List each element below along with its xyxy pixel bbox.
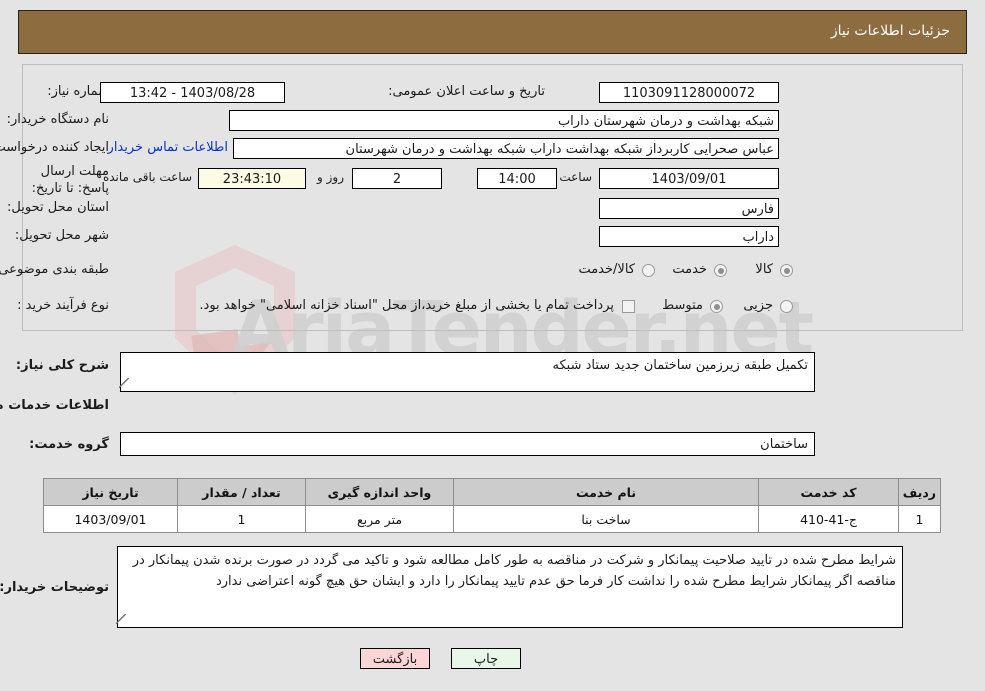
- announce-datetime-value: 1403/08/28 - 13:42: [100, 82, 285, 103]
- remaining-days-value: 2: [352, 168, 442, 189]
- service-group-value: ساختمان: [120, 432, 815, 456]
- deadline-hour-label: ساعت: [559, 170, 592, 184]
- treasury-bond-label: پرداخت تمام یا بخشی از مبلغ خرید،از محل …: [199, 298, 614, 313]
- creator-value: عباس صحرایی کاربرداز شبکه بهداشت داراب ش…: [233, 138, 779, 159]
- remaining-suffix-label: ساعت باقی مانده: [102, 170, 192, 184]
- services-section-title: اطلاعات خدمات مورد نیاز: [0, 398, 109, 413]
- deadline-date-value: 1403/09/01: [599, 168, 779, 189]
- buyer-contact-link[interactable]: اطلاعات تماس خریدار: [108, 140, 228, 155]
- category-label: طبقه بندی موضوعی:: [0, 262, 109, 277]
- announce-datetime-label: تاریخ و ساعت اعلان عمومی:: [388, 84, 545, 99]
- cell-name: ساخت بنا: [453, 505, 759, 533]
- radio-category-kala-label: کالا: [755, 262, 773, 277]
- treasury-bond-checkbox[interactable]: [622, 300, 635, 313]
- radio-category-khedmat-label: خدمت: [672, 262, 707, 277]
- buyer-org-value: شبکه بهداشت و درمان شهرستان داراب: [229, 110, 779, 131]
- radio-process-motavaset-label: متوسط: [662, 298, 703, 313]
- radio-category-khedmat[interactable]: [714, 264, 727, 277]
- general-need-textarea[interactable]: تکمیل طبقه زیرزمین ساختمان جدید ستاد شبک…: [120, 352, 815, 392]
- cell-unit: متر مربع: [305, 505, 454, 533]
- province-label: استان محل تحویل:: [7, 200, 109, 215]
- radio-category-kala-khedmat-label: کالا/خدمت: [578, 262, 635, 277]
- remaining-days-label: روز و: [317, 170, 344, 184]
- services-table: ردیف کد خدمت نام خدمت واحد اندازه گیری ت…: [43, 478, 941, 533]
- radio-process-jozi[interactable]: [780, 300, 793, 313]
- print-button[interactable]: چاپ: [451, 648, 521, 669]
- table-row: 1 ج-41-410 ساخت بنا متر مربع 1 1403/09/0…: [43, 505, 941, 533]
- cell-row: 1: [898, 505, 941, 533]
- radio-category-kala-khedmat[interactable]: [642, 264, 655, 277]
- buyer-notes-resize-grip[interactable]: [116, 614, 126, 624]
- radio-category-kala[interactable]: [780, 264, 793, 277]
- buyer-notes-label: توضیحات خریدار:: [0, 580, 109, 595]
- creator-label: ایجاد کننده درخواست:: [0, 140, 109, 155]
- remaining-time-value: 23:43:10: [198, 168, 306, 189]
- back-button[interactable]: بازگشت: [360, 648, 430, 669]
- buyer-notes-textarea[interactable]: شرایط مطرح شده در تایید صلاحیت پیمانکار …: [117, 546, 903, 628]
- services-table-wrapper: ردیف کد خدمت نام خدمت واحد اندازه گیری ت…: [43, 478, 941, 533]
- general-need-label: شرح کلی نیاز:: [15, 358, 109, 373]
- cell-need-date: 1403/09/01: [43, 505, 178, 533]
- city-value: داراب: [599, 226, 779, 247]
- radio-process-jozi-label: جزیی: [743, 298, 773, 313]
- table-col-quantity: تعداد / مقدار: [177, 478, 306, 506]
- radio-process-motavaset[interactable]: [710, 300, 723, 313]
- page-title: جزئیات اطلاعات نیاز: [830, 23, 950, 39]
- deadline-hour-value: 14:00: [477, 168, 557, 189]
- buyer-org-label: نام دستگاه خریدار:: [6, 112, 109, 127]
- city-label: شهر محل تحویل:: [14, 228, 109, 243]
- need-info-panel: [22, 64, 963, 331]
- province-value: فارس: [599, 198, 779, 219]
- cell-quantity: 1: [177, 505, 306, 533]
- need-number-value: 1103091128000072: [599, 82, 779, 103]
- page-root: AriaTender.net جزئیات اطلاعات نیاز شماره…: [0, 0, 985, 691]
- table-col-row: ردیف: [898, 478, 941, 506]
- page-header: جزئیات اطلاعات نیاز: [18, 10, 967, 54]
- table-col-name: نام خدمت: [453, 478, 759, 506]
- general-need-resize-grip[interactable]: [119, 378, 129, 388]
- cell-code: ج-41-410: [758, 505, 899, 533]
- table-col-unit: واحد اندازه گیری: [305, 478, 454, 506]
- table-col-need-date: تاریخ نیاز: [43, 478, 178, 506]
- service-group-label: گروه خدمت:: [29, 437, 109, 452]
- process-type-label: نوع فرآیند خرید :: [17, 298, 109, 313]
- table-col-code: کد خدمت: [758, 478, 899, 506]
- deadline-label: مهلت ارسال پاسخ: تا تاریخ:: [31, 164, 109, 196]
- table-header-row: ردیف کد خدمت نام خدمت واحد اندازه گیری ت…: [43, 478, 941, 506]
